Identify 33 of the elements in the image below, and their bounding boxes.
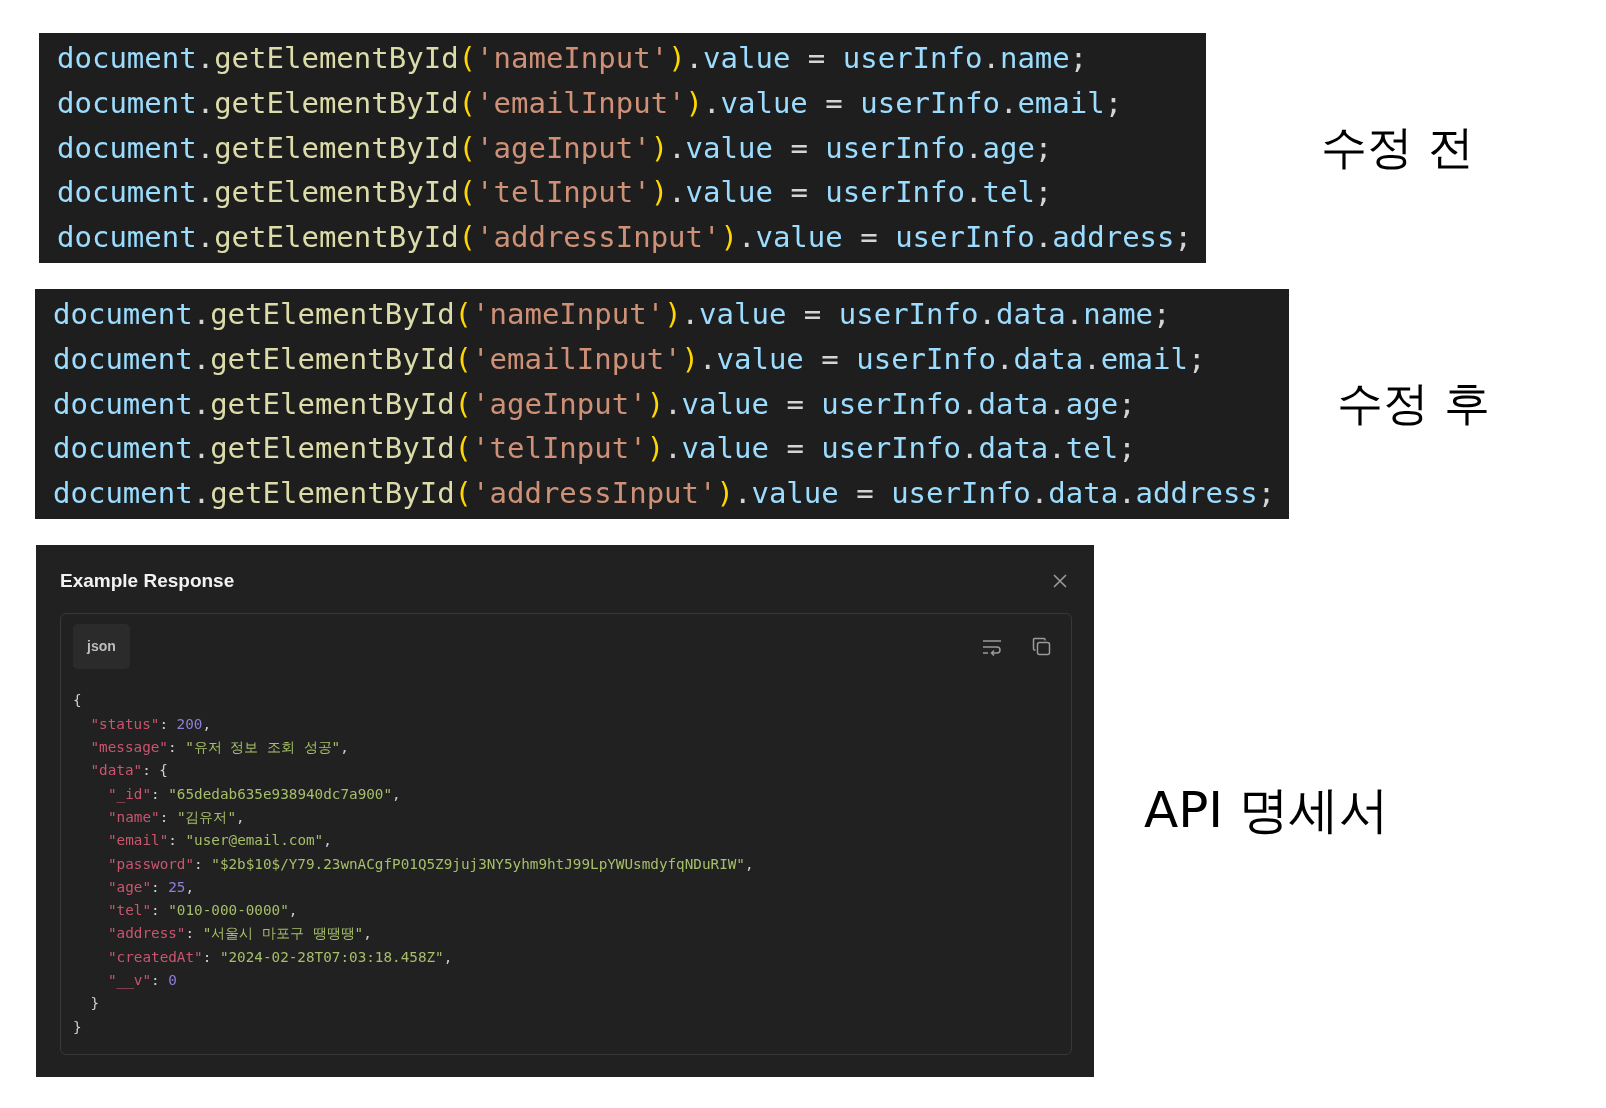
- caption-label: 수정 후: [1337, 375, 1490, 433]
- code-line: "status": 200,: [90, 714, 212, 734]
- code-line: document.getElementById('emailInput').value = userInfo.data.email;: [53, 340, 1206, 378]
- code-line: "data": {: [90, 761, 168, 781]
- wrap-icon[interactable]: [982, 637, 1002, 656]
- code-line: document.getElementById('telInput').value = userInfo.data.tel;: [53, 430, 1136, 468]
- code-line: "message": "유저 정보 조회 성공",: [90, 738, 349, 758]
- copy-icon[interactable]: [1032, 637, 1051, 657]
- code-line: "__v": 0: [108, 971, 177, 991]
- code-line: document.getElementById('ageInput').value = userInfo.age;: [57, 129, 1053, 167]
- code-line: "age": 25,: [108, 877, 195, 897]
- code-line: {: [73, 691, 82, 711]
- code-line: "_id": "65dedab635e938940dc7a900",: [108, 784, 401, 805]
- code-line: "name": "김유저",: [108, 807, 245, 827]
- code-line: document.getElementById('nameInput').value = userInfo.name;: [57, 40, 1088, 77]
- code-line: document.getElementById('emailInput').value = userInfo.email;: [57, 84, 1123, 122]
- code-line: "createdAt": "2024-02-28T07:03:18.458Z",: [108, 947, 453, 967]
- code-line: "address": "서울시 마포구 땡땡땡",: [108, 924, 372, 944]
- code-line: "email": "user@email.com",: [108, 831, 332, 851]
- code-line: }: [73, 1017, 82, 1037]
- code-line: "tel": "010-000-0000",: [108, 901, 298, 921]
- close-icon[interactable]: [1052, 573, 1068, 590]
- code-line: document.getElementById('telInput').value = userInfo.tel;: [57, 174, 1053, 212]
- code-line: "password": "$2b$10$/Y79.23wnACgfP01Q5Z9juj3NY5yhm9htJ99LpYWUsmdyfqNDuRIW",: [108, 854, 754, 874]
- code-line: document.getElementById('addressInput').value = userInfo.data.address;: [53, 475, 1276, 513]
- code-line: document.getElementById('ageInput').value = userInfo.data.age;: [53, 385, 1136, 423]
- panel-title: Example Response: [60, 568, 235, 593]
- code-line: }: [90, 994, 100, 1014]
- caption-label: 수정 전: [1321, 119, 1474, 177]
- language-label: json: [73, 624, 130, 670]
- code-line: document.getElementById('addressInput').value = userInfo.address;: [57, 219, 1192, 257]
- code-line: document.getElementById('nameInput').value = userInfo.data.name;: [53, 296, 1171, 333]
- caption-label: API 명세서: [1144, 780, 1389, 842]
